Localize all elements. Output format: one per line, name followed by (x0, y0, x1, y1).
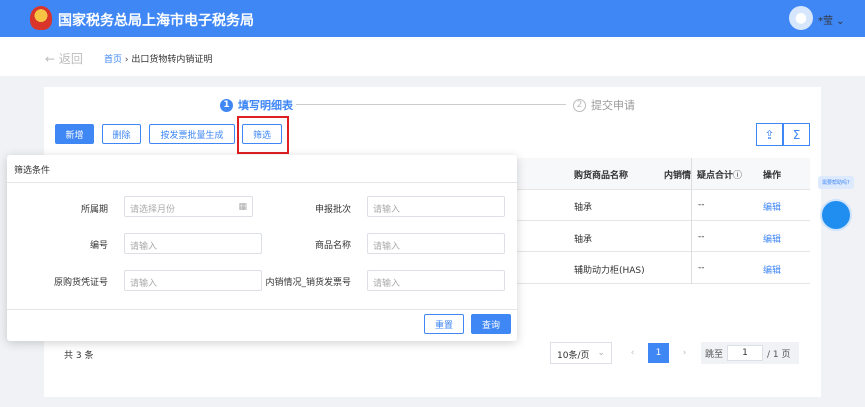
cell-goods-name: 轴承 (574, 203, 593, 213)
info-icon[interactable]: ⓘ (733, 171, 742, 181)
col-action: 操作 (763, 171, 782, 181)
chevron-down-icon: ⌄ (597, 348, 605, 358)
number-input[interactable]: 请输入 (124, 233, 262, 254)
assistant-avatar-icon[interactable] (820, 199, 852, 231)
period-input[interactable]: 请选择月份 ▦ (124, 196, 253, 217)
add-button[interactable]: 新增 (55, 124, 94, 144)
query-button[interactable]: 查询 (471, 314, 511, 334)
edit-link[interactable]: 编辑 (763, 232, 781, 245)
batch-input[interactable]: 请输入 (367, 196, 505, 217)
total-count: 共 3 条 (64, 351, 94, 361)
label-invoice: 内销情况_销货发票号 (265, 278, 351, 288)
delete-button[interactable]: 删除 (102, 124, 141, 144)
breadcrumb: 首页 › 出口货物转内销证明 (104, 55, 213, 65)
cell-doubt: -- (698, 232, 705, 242)
export-icon[interactable]: ⇪ (756, 123, 783, 146)
next-page-button[interactable]: › (674, 343, 695, 363)
col-doubt-total: 疑点合计ⓘ (697, 171, 743, 181)
breadcrumb-home[interactable]: 首页 (104, 55, 122, 65)
label-batch: 申报批次 (314, 205, 351, 215)
col-domestic-sale: 内销情 (664, 171, 691, 181)
edit-link[interactable]: 编辑 (763, 263, 781, 276)
calendar-icon: ▦ (238, 202, 247, 212)
user-icon[interactable]: ● (789, 6, 813, 30)
site-title: 国家税务总局上海市电子税务局 (58, 13, 254, 29)
label-period: 所属期 (80, 205, 108, 215)
page-1-button[interactable]: 1 (648, 343, 669, 363)
edit-link[interactable]: 编辑 (763, 200, 781, 213)
page-jump: 跳至 1/ 1 页 (701, 342, 799, 364)
step-connector (296, 104, 566, 105)
goods-name-input[interactable]: 请输入 (367, 233, 505, 254)
label-number: 编号 (89, 241, 108, 251)
tax-emblem-logo (30, 6, 52, 30)
cell-goods-name: 辅助动力柜(HAS) (574, 266, 645, 276)
filter-title: 筛选条件 (7, 155, 517, 183)
label-goods-name: 商品名称 (314, 241, 351, 251)
user-menu[interactable]: *莹 ⌄ (818, 12, 845, 27)
column-divider (691, 158, 692, 284)
sigma-icon[interactable]: Σ (783, 123, 810, 146)
col-goods-name: 购货商品名称 (574, 171, 629, 181)
page-jump-input[interactable]: 1 (727, 345, 764, 361)
divider (7, 309, 517, 310)
breadcrumb-current: 出口货物转内销证明 (131, 55, 213, 65)
cell-doubt: -- (698, 200, 705, 210)
label-voucher: 原购货凭证号 (53, 278, 108, 288)
batch-generate-button[interactable]: 按发票批量生成 (149, 124, 235, 144)
back-button[interactable]: ← 返回 (45, 50, 83, 67)
prev-page-button[interactable]: ‹ (622, 343, 643, 363)
cell-goods-name: 轴承 (574, 235, 593, 245)
step-1: 1 填写明细表 (220, 97, 293, 113)
step-2: 2 提交申请 (573, 97, 635, 113)
page-size-select[interactable]: 10条/页 ⌄ (550, 342, 612, 364)
arrow-left-icon: ← (45, 52, 59, 66)
help-bubble[interactable]: 需要帮助吗? (818, 176, 854, 189)
invoice-input[interactable]: 请输入 (367, 270, 505, 291)
reset-button[interactable]: 重置 (424, 314, 464, 334)
cell-doubt: -- (698, 263, 705, 273)
highlight-box (237, 116, 289, 154)
